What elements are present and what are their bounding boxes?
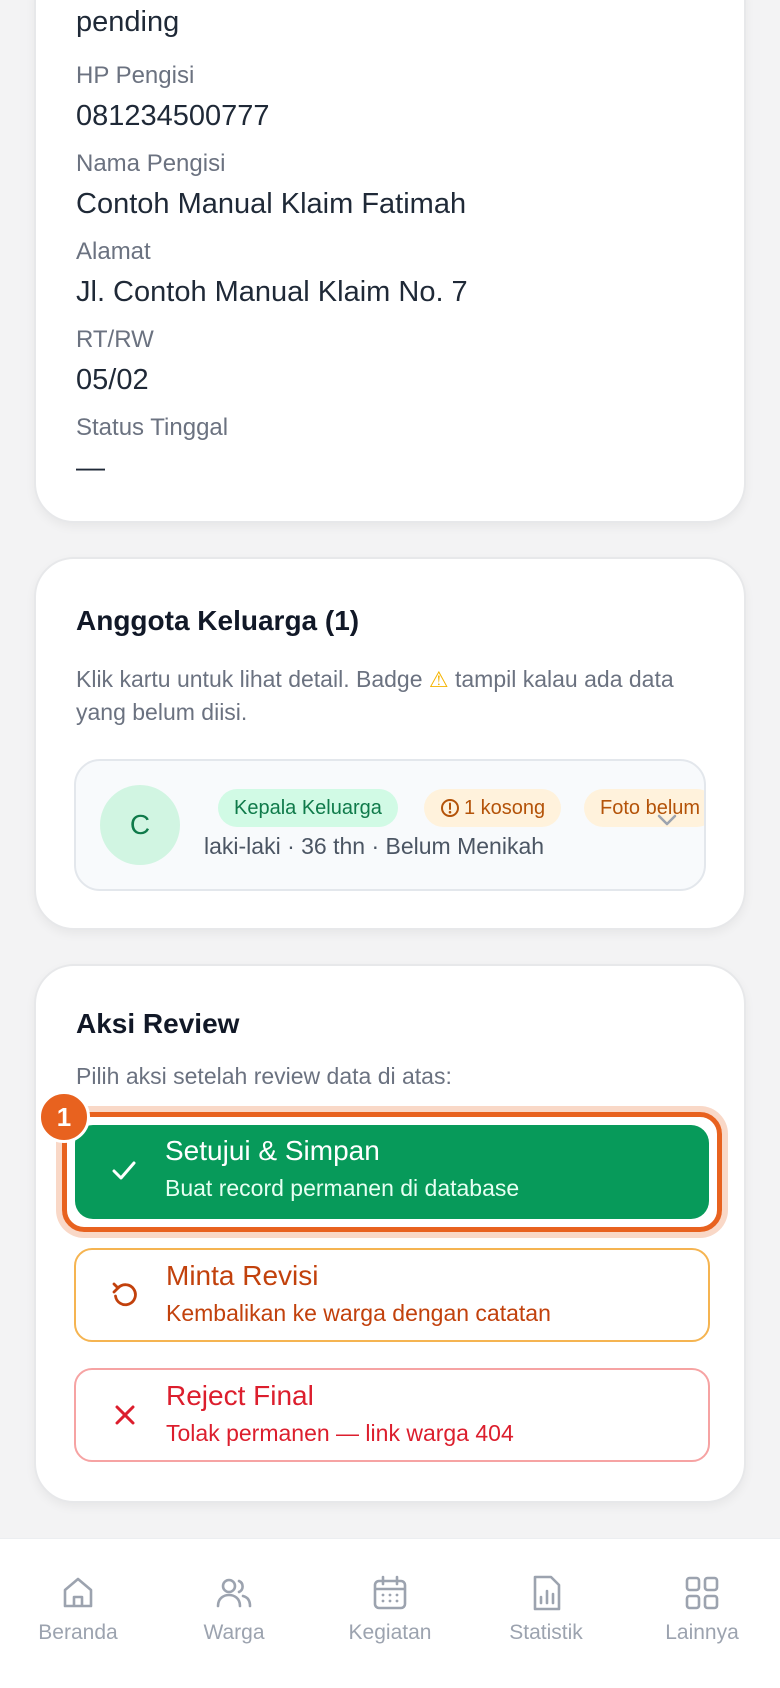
approve-subtitle: Buat record permanen di database: [165, 1175, 520, 1201]
nav-label-statistik: Statistik: [509, 1621, 583, 1644]
nav-item-lainnya[interactable]: Lainnya: [624, 1539, 780, 1688]
review-section-desc: Pilih aksi setelah review data di atas:: [76, 1063, 452, 1089]
nav-label-kegiatan: Kegiatan: [348, 1621, 432, 1644]
review-section-title: Aksi Review: [76, 1008, 240, 1039]
approve-button[interactable]: Setujui & Simpan Buat record permanen di…: [75, 1125, 709, 1219]
alamat-label: Alamat: [76, 238, 151, 265]
warning-icon: ⚠: [428, 667, 449, 692]
family-members-card: Anggota Keluarga (1) Klik kartu untuk li…: [34, 557, 746, 930]
chevron-down-icon[interactable]: [656, 809, 678, 831]
bottom-navigation: Beranda Warga Kegiatan Statistik Lainnya: [0, 1538, 780, 1688]
family-section-desc: Klik kartu untuk lihat detail. Badge ⚠ t…: [76, 663, 706, 728]
member-card[interactable]: C Kepala Keluarga 1 kosong Foto belum la…: [74, 759, 706, 891]
family-desc-before: Klik kartu untuk lihat detail. Badge: [76, 666, 423, 692]
hp-pengisi-value: 081234500777: [76, 100, 270, 132]
calendar-icon: [373, 1575, 407, 1610]
alert-circle-icon: [440, 798, 460, 818]
nav-label-warga: Warga: [203, 1621, 265, 1644]
nav-item-statistik[interactable]: Statistik: [468, 1539, 624, 1688]
member-meta: laki-laki · 36 thn · Belum Menikah: [204, 833, 545, 859]
rt-rw-label: RT/RW: [76, 326, 154, 353]
nav-item-kegiatan[interactable]: Kegiatan: [312, 1539, 468, 1688]
empty-fields-text: 1 kosong: [464, 796, 546, 819]
nav-label-lainnya: Lainnya: [665, 1621, 739, 1644]
reject-title: Reject Final: [166, 1380, 314, 1411]
chart-icon: [533, 1575, 561, 1611]
role-badge: Kepala Keluarga: [218, 789, 398, 827]
status-tinggal-field: Status Tinggal —: [76, 414, 228, 485]
grid-icon: [685, 1576, 719, 1610]
alamat-field: Alamat Jl. Contoh Manual Klaim No. 7: [76, 238, 468, 309]
family-section-title: Anggota Keluarga (1): [76, 605, 360, 636]
status-tinggal-value: —: [76, 452, 105, 484]
alamat-value: Jl. Contoh Manual Klaim No. 7: [76, 276, 468, 308]
users-icon: [216, 1578, 252, 1608]
nama-pengisi-field: Nama Pengisi Contoh Manual Klaim Fatimah: [76, 150, 466, 221]
nav-item-warga[interactable]: Warga: [156, 1539, 312, 1688]
hp-pengisi-label: HP Pengisi: [76, 62, 195, 89]
nama-pengisi-label: Nama Pengisi: [76, 150, 226, 177]
step-number-badge: 1: [38, 1091, 90, 1143]
nama-pengisi-value: Contoh Manual Klaim Fatimah: [76, 188, 467, 220]
empty-fields-badge: 1 kosong: [424, 789, 562, 827]
hp-pengisi-field: HP Pengisi 081234500777: [76, 62, 270, 133]
close-icon: [106, 1396, 144, 1434]
revise-subtitle: Kembalikan ke warga dengan catatan: [166, 1300, 551, 1326]
avatar: C: [100, 785, 180, 865]
request-revision-button[interactable]: Minta Revisi Kembalikan ke warga dengan …: [74, 1248, 710, 1342]
rt-rw-field: RT/RW 05/02: [76, 326, 154, 397]
review-actions-card: Aksi Review Pilih aksi setelah review da…: [34, 964, 746, 1503]
nav-item-beranda[interactable]: Beranda: [0, 1539, 156, 1688]
status-tinggal-label: Status Tinggal: [76, 414, 229, 441]
nav-label-beranda: Beranda: [38, 1621, 118, 1644]
approve-title: Setujui & Simpan: [165, 1135, 380, 1166]
photo-status-badge: Foto belum: [584, 789, 704, 827]
rt-rw-value: 05/02: [76, 364, 149, 396]
applicant-info-card: pending HP Pengisi 081234500777 Nama Pen…: [34, 0, 746, 523]
approve-highlight: Setujui & Simpan Buat record permanen di…: [62, 1112, 722, 1232]
home-icon: [63, 1577, 93, 1608]
status-value: pending: [76, 6, 180, 38]
reject-subtitle: Tolak permanen — link warga 404: [166, 1420, 514, 1446]
status-field: pending: [76, 6, 179, 39]
undo-icon: [106, 1276, 144, 1314]
revise-title: Minta Revisi: [166, 1260, 319, 1291]
reject-final-button[interactable]: Reject Final Tolak permanen — link warga…: [74, 1368, 710, 1462]
check-icon: [105, 1151, 143, 1189]
